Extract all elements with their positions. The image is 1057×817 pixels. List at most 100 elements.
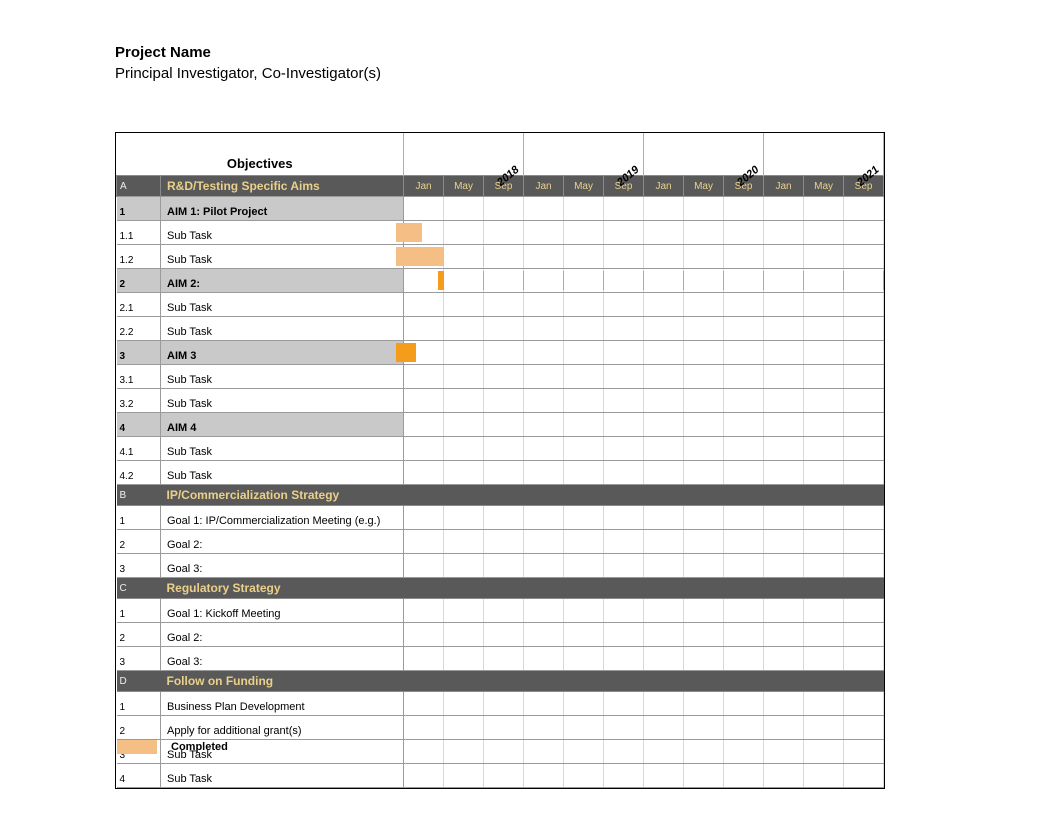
timeline-cell <box>564 764 604 788</box>
timeline-cell <box>524 221 564 245</box>
timeline-cell <box>644 389 684 413</box>
row-label: Sub Task <box>161 461 404 485</box>
timeline-cell <box>764 599 804 623</box>
timeline-cell <box>844 245 884 269</box>
timeline-cell <box>404 197 444 221</box>
timeline-cell <box>564 461 604 485</box>
timeline-cell <box>604 293 644 317</box>
timeline-cell <box>604 221 644 245</box>
timeline-cell <box>564 692 604 716</box>
timeline-cell <box>484 461 524 485</box>
timeline-cell <box>804 245 844 269</box>
timeline-cell <box>604 716 644 740</box>
objectives-header: Objectives <box>117 133 404 176</box>
timeline-cell <box>644 692 684 716</box>
timeline-cell <box>804 716 844 740</box>
timeline-cell <box>444 599 484 623</box>
timeline-cell <box>764 740 804 764</box>
timeline-cell <box>524 197 564 221</box>
table-row: 1Goal 1: Kickoff Meeting <box>117 599 884 623</box>
timeline-cell <box>404 716 444 740</box>
section-title: IP/Commercialization Strategy <box>161 485 404 506</box>
row-label: Goal 2: <box>161 623 404 647</box>
table-row: 4Sub Task <box>117 764 884 788</box>
timeline-cell <box>484 530 524 554</box>
timeline-cell <box>564 389 604 413</box>
timeline-cell <box>804 317 844 341</box>
timeline-cell <box>684 692 724 716</box>
row-label: AIM 1: Pilot Project <box>161 197 404 221</box>
timeline-cell <box>484 623 524 647</box>
timeline-cell <box>644 269 684 293</box>
month-header: May <box>684 176 724 197</box>
timeline-cell <box>684 293 724 317</box>
timeline-cell <box>684 197 724 221</box>
timeline-cell <box>484 221 524 245</box>
timeline-cell <box>564 413 604 437</box>
timeline-cell <box>804 740 844 764</box>
section-title: Regulatory Strategy <box>161 578 404 599</box>
timeline-cell <box>644 764 684 788</box>
row-label: Sub Task <box>161 365 404 389</box>
timeline-cell <box>764 389 804 413</box>
timeline-cell <box>844 692 884 716</box>
month-header: Jan <box>404 176 444 197</box>
timeline-cell <box>524 461 564 485</box>
timeline-cell <box>604 740 644 764</box>
timeline-cell <box>484 365 524 389</box>
timeline-cell <box>844 716 884 740</box>
timeline-cell <box>404 317 444 341</box>
timeline-cell <box>564 647 604 671</box>
timeline-cell <box>404 461 444 485</box>
row-index: 4.2 <box>117 461 161 485</box>
month-header: May <box>444 176 484 197</box>
timeline-cell <box>804 530 844 554</box>
timeline-cell <box>684 647 724 671</box>
timeline-cell <box>484 554 524 578</box>
timeline-cell <box>404 341 444 365</box>
timeline-cell <box>844 554 884 578</box>
timeline-cell <box>484 437 524 461</box>
row-index: 1.2 <box>117 245 161 269</box>
timeline-cell <box>764 341 804 365</box>
timeline-cell <box>724 716 764 740</box>
timeline-cell <box>844 740 884 764</box>
timeline-cell <box>844 317 884 341</box>
row-label: Sub Task <box>161 317 404 341</box>
timeline-cell <box>484 740 524 764</box>
timeline-cell <box>764 461 804 485</box>
timeline-cell <box>684 245 724 269</box>
year-header: 2019 <box>524 133 644 176</box>
timeline-cell <box>644 530 684 554</box>
timeline-cell <box>564 365 604 389</box>
timeline-cell <box>844 599 884 623</box>
timeline-cell <box>404 764 444 788</box>
legend-completed-label: Completed <box>171 741 228 753</box>
section-key: A <box>117 176 161 197</box>
timeline-cell <box>644 437 684 461</box>
timeline-cell <box>684 461 724 485</box>
timeline-cell <box>444 389 484 413</box>
timeline-cell <box>684 317 724 341</box>
timeline-cell <box>444 341 484 365</box>
table-row: 1.2Sub Task <box>117 245 884 269</box>
timeline-cell <box>724 197 764 221</box>
timeline-cell <box>444 293 484 317</box>
investigators: Principal Investigator, Co-Investigator(… <box>115 65 381 82</box>
row-label: Goal 3: <box>161 554 404 578</box>
timeline-cell <box>684 269 724 293</box>
timeline-cell <box>804 293 844 317</box>
row-label: Business Plan Development <box>161 692 404 716</box>
timeline-cell <box>604 647 644 671</box>
timeline-cell <box>844 623 884 647</box>
timeline-cell <box>764 245 804 269</box>
timeline-cell <box>404 599 444 623</box>
timeline-cell <box>404 530 444 554</box>
timeline-cell <box>444 740 484 764</box>
table-row: 2Goal 2: <box>117 623 884 647</box>
timeline-cell <box>644 716 684 740</box>
timeline-cell <box>804 437 844 461</box>
timeline-cell <box>804 623 844 647</box>
timeline-cell <box>844 293 884 317</box>
timeline-cell <box>524 506 564 530</box>
